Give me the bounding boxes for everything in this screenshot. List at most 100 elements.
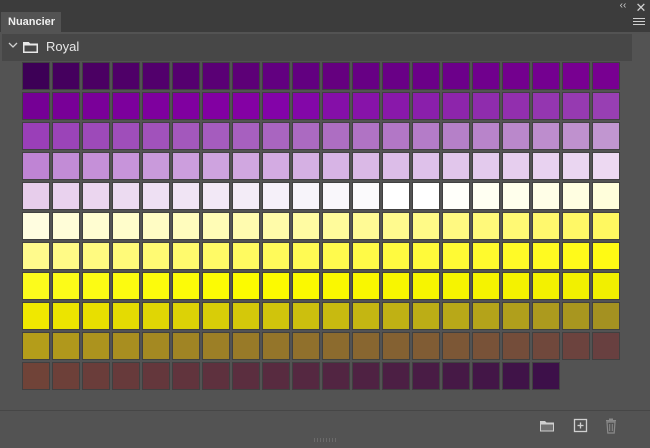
color-swatch[interactable]	[502, 122, 530, 150]
color-swatch[interactable]	[292, 302, 320, 330]
color-swatch[interactable]	[292, 362, 320, 390]
color-swatch[interactable]	[412, 272, 440, 300]
color-swatch[interactable]	[592, 302, 620, 330]
color-swatch[interactable]	[202, 62, 230, 90]
color-swatch[interactable]	[232, 122, 260, 150]
color-swatch[interactable]	[172, 332, 200, 360]
color-swatch[interactable]	[142, 92, 170, 120]
color-swatch[interactable]	[292, 152, 320, 180]
color-swatch[interactable]	[502, 212, 530, 240]
color-swatch[interactable]	[472, 302, 500, 330]
color-swatch[interactable]	[262, 92, 290, 120]
color-swatch[interactable]	[202, 122, 230, 150]
color-swatch[interactable]	[232, 212, 260, 240]
color-swatch[interactable]	[532, 122, 560, 150]
color-swatch[interactable]	[382, 272, 410, 300]
color-swatch[interactable]	[322, 122, 350, 150]
color-swatch[interactable]	[592, 122, 620, 150]
color-swatch[interactable]	[352, 302, 380, 330]
color-swatch[interactable]	[232, 152, 260, 180]
color-swatch[interactable]	[352, 332, 380, 360]
color-swatch[interactable]	[352, 272, 380, 300]
color-swatch[interactable]	[352, 62, 380, 90]
color-swatch[interactable]	[442, 182, 470, 210]
color-swatch[interactable]	[562, 152, 590, 180]
color-swatch[interactable]	[322, 362, 350, 390]
new-swatch-icon[interactable]	[570, 417, 590, 435]
color-swatch[interactable]	[112, 332, 140, 360]
color-swatch[interactable]	[412, 92, 440, 120]
color-swatch[interactable]	[532, 302, 560, 330]
color-swatch[interactable]	[562, 242, 590, 270]
chevron-down-icon[interactable]	[8, 40, 18, 50]
color-swatch[interactable]	[382, 62, 410, 90]
color-swatch[interactable]	[292, 272, 320, 300]
color-swatch[interactable]	[82, 62, 110, 90]
color-swatch[interactable]	[82, 272, 110, 300]
color-swatch[interactable]	[52, 272, 80, 300]
color-swatch[interactable]	[172, 62, 200, 90]
color-swatch[interactable]	[142, 302, 170, 330]
color-swatch[interactable]	[502, 92, 530, 120]
color-swatch[interactable]	[22, 272, 50, 300]
color-swatch[interactable]	[382, 122, 410, 150]
color-swatch[interactable]	[52, 92, 80, 120]
color-swatch[interactable]	[172, 182, 200, 210]
color-swatch[interactable]	[142, 332, 170, 360]
color-swatch[interactable]	[292, 92, 320, 120]
color-swatch[interactable]	[532, 212, 560, 240]
color-swatch[interactable]	[562, 182, 590, 210]
color-swatch[interactable]	[52, 332, 80, 360]
color-swatch[interactable]	[232, 272, 260, 300]
color-swatch[interactable]	[532, 62, 560, 90]
color-swatch[interactable]	[82, 92, 110, 120]
color-swatch[interactable]	[502, 332, 530, 360]
color-swatch[interactable]	[412, 362, 440, 390]
color-swatch[interactable]	[322, 302, 350, 330]
color-swatch[interactable]	[562, 272, 590, 300]
color-swatch[interactable]	[172, 242, 200, 270]
color-swatch[interactable]	[562, 332, 590, 360]
color-swatch[interactable]	[82, 242, 110, 270]
color-swatch[interactable]	[472, 92, 500, 120]
color-swatch[interactable]	[412, 182, 440, 210]
color-swatch[interactable]	[442, 362, 470, 390]
color-swatch[interactable]	[592, 62, 620, 90]
color-swatch[interactable]	[382, 212, 410, 240]
color-swatch[interactable]	[352, 242, 380, 270]
color-swatch[interactable]	[472, 62, 500, 90]
color-swatch[interactable]	[262, 152, 290, 180]
color-swatch[interactable]	[382, 362, 410, 390]
color-swatch[interactable]	[142, 122, 170, 150]
color-swatch[interactable]	[232, 92, 260, 120]
color-swatch[interactable]	[202, 182, 230, 210]
delete-swatch-icon[interactable]	[601, 417, 621, 435]
color-swatch[interactable]	[202, 92, 230, 120]
color-swatch[interactable]	[442, 242, 470, 270]
color-swatch[interactable]	[202, 242, 230, 270]
color-swatch[interactable]	[142, 212, 170, 240]
color-swatch[interactable]	[412, 62, 440, 90]
color-swatch[interactable]	[592, 152, 620, 180]
color-swatch[interactable]	[112, 272, 140, 300]
color-swatch[interactable]	[262, 302, 290, 330]
color-swatch[interactable]	[562, 62, 590, 90]
color-swatch[interactable]	[142, 362, 170, 390]
color-swatch[interactable]	[82, 212, 110, 240]
color-swatch[interactable]	[22, 62, 50, 90]
color-swatch[interactable]	[412, 122, 440, 150]
color-swatch[interactable]	[532, 92, 560, 120]
color-swatch[interactable]	[142, 62, 170, 90]
color-swatch[interactable]	[442, 152, 470, 180]
color-swatch[interactable]	[22, 362, 50, 390]
color-swatch[interactable]	[22, 122, 50, 150]
close-panel-icon[interactable]: ✕	[634, 0, 648, 15]
color-swatch[interactable]	[472, 122, 500, 150]
color-swatch[interactable]	[292, 62, 320, 90]
color-swatch[interactable]	[592, 332, 620, 360]
color-swatch[interactable]	[112, 362, 140, 390]
color-swatch[interactable]	[352, 212, 380, 240]
color-swatch[interactable]	[562, 92, 590, 120]
color-swatch[interactable]	[322, 92, 350, 120]
color-swatch[interactable]	[202, 212, 230, 240]
